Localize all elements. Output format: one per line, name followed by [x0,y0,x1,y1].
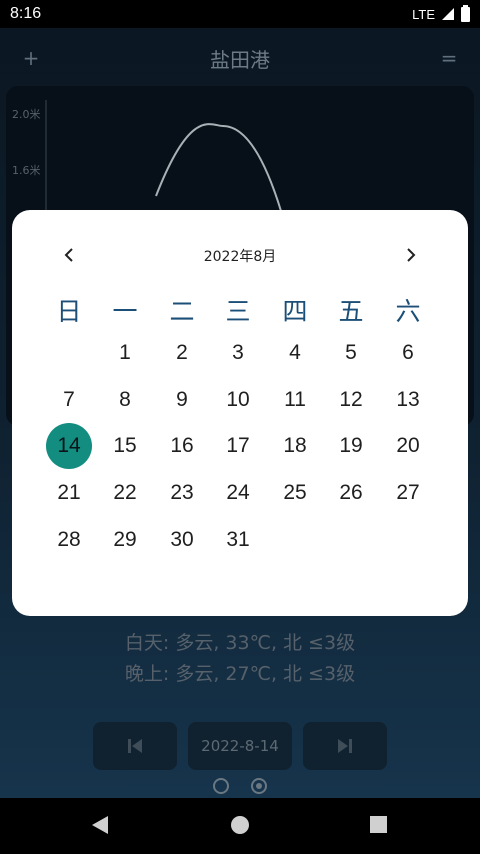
back-icon[interactable] [90,814,110,836]
recents-icon[interactable] [369,814,389,836]
day-cell[interactable]: 10 [215,377,261,423]
month-header: 2022年8月 [12,240,468,270]
day-cell[interactable]: 7 [46,377,92,423]
weather-day: 白天: 多云, 33℃, 北 ≤3级 [124,632,356,654]
day-cell[interactable]: 29 [102,517,148,563]
date-navigation: 2022-8-14 [0,722,480,770]
weekday-label: 一 [112,297,138,326]
status-icons: LTE [412,4,470,22]
day-cell[interactable]: 25 [272,470,318,516]
date-button[interactable]: 2022-8-14 [188,722,292,770]
y-tick-label: 1.6米 [12,164,41,177]
menu-button[interactable]: = [438,46,460,70]
previous-day-button[interactable] [93,722,177,770]
weekday-label: 五 [338,297,364,326]
day-cell[interactable]: 26 [328,470,374,516]
day-cell[interactable]: 5 [328,330,374,376]
system-nav-bar [0,798,480,854]
day-cell[interactable]: 16 [159,423,205,469]
page-dot-active[interactable] [251,778,267,794]
day-cell[interactable]: 13 [385,377,431,423]
weekday-label: 四 [282,297,308,326]
day-cell[interactable]: 28 [46,517,92,563]
status-time: 8:16 [10,5,42,22]
day-cell[interactable]: 20 [385,423,431,469]
day-cell[interactable]: 4 [272,330,318,376]
day-cell[interactable]: 19 [328,423,374,469]
status-bar: 8:16 LTE [0,0,480,28]
day-cell[interactable]: 27 [385,470,431,516]
day-cell[interactable]: 23 [159,470,205,516]
signal-icon [442,8,454,20]
weekday-label: 日 [56,297,82,326]
day-cell[interactable]: 9 [159,377,205,423]
app-bar: + 盐田港 = [0,28,480,88]
skip-next-icon [338,739,352,753]
day-cell[interactable]: 6 [385,330,431,376]
day-cell[interactable]: 18 [272,423,318,469]
weekday-label: 三 [225,297,251,326]
day-cell[interactable]: 31 [215,517,261,563]
next-month-button[interactable] [396,240,426,270]
weekday-label: 六 [395,297,421,326]
day-cell-selected[interactable]: 14 [46,423,92,469]
day-cell[interactable]: 30 [159,517,205,563]
battery-icon [461,4,470,22]
skip-previous-icon [128,739,142,753]
add-button[interactable]: + [20,46,42,70]
day-cell[interactable]: 17 [215,423,261,469]
day-cell[interactable]: 24 [215,470,261,516]
date-picker-dialog: 2022年8月 日一二三四五六 1 2 3 4 5 6 7 8 9 10 11 12 13 14 15 16 1… [12,210,468,616]
day-cell[interactable]: 3 [215,330,261,376]
page-title: 盐田港 [210,47,270,72]
page-dot[interactable] [213,778,229,794]
home-icon[interactable] [230,814,250,836]
day-cell[interactable]: 21 [46,470,92,516]
weather-night: 晚上: 多云, 27℃, 北 ≤3级 [124,663,356,685]
day-cell[interactable]: 2 [159,330,205,376]
day-cell[interactable]: 11 [272,377,318,423]
tide-curve [155,123,282,212]
chevron-right-icon [407,248,416,262]
day-cell[interactable]: 1 [102,330,148,376]
weekday-row: 日一二三四五六 [12,292,468,326]
day-cell[interactable]: 12 [328,377,374,423]
day-cell[interactable]: 22 [102,470,148,516]
network-type: LTE [412,6,435,22]
y-tick-label: 2.0米 [12,108,41,121]
day-cell[interactable]: 8 [102,377,148,423]
next-day-button[interactable] [303,722,387,770]
page-indicator [0,778,480,794]
day-cell[interactable]: 15 [102,423,148,469]
weekday-label: 二 [169,297,195,326]
